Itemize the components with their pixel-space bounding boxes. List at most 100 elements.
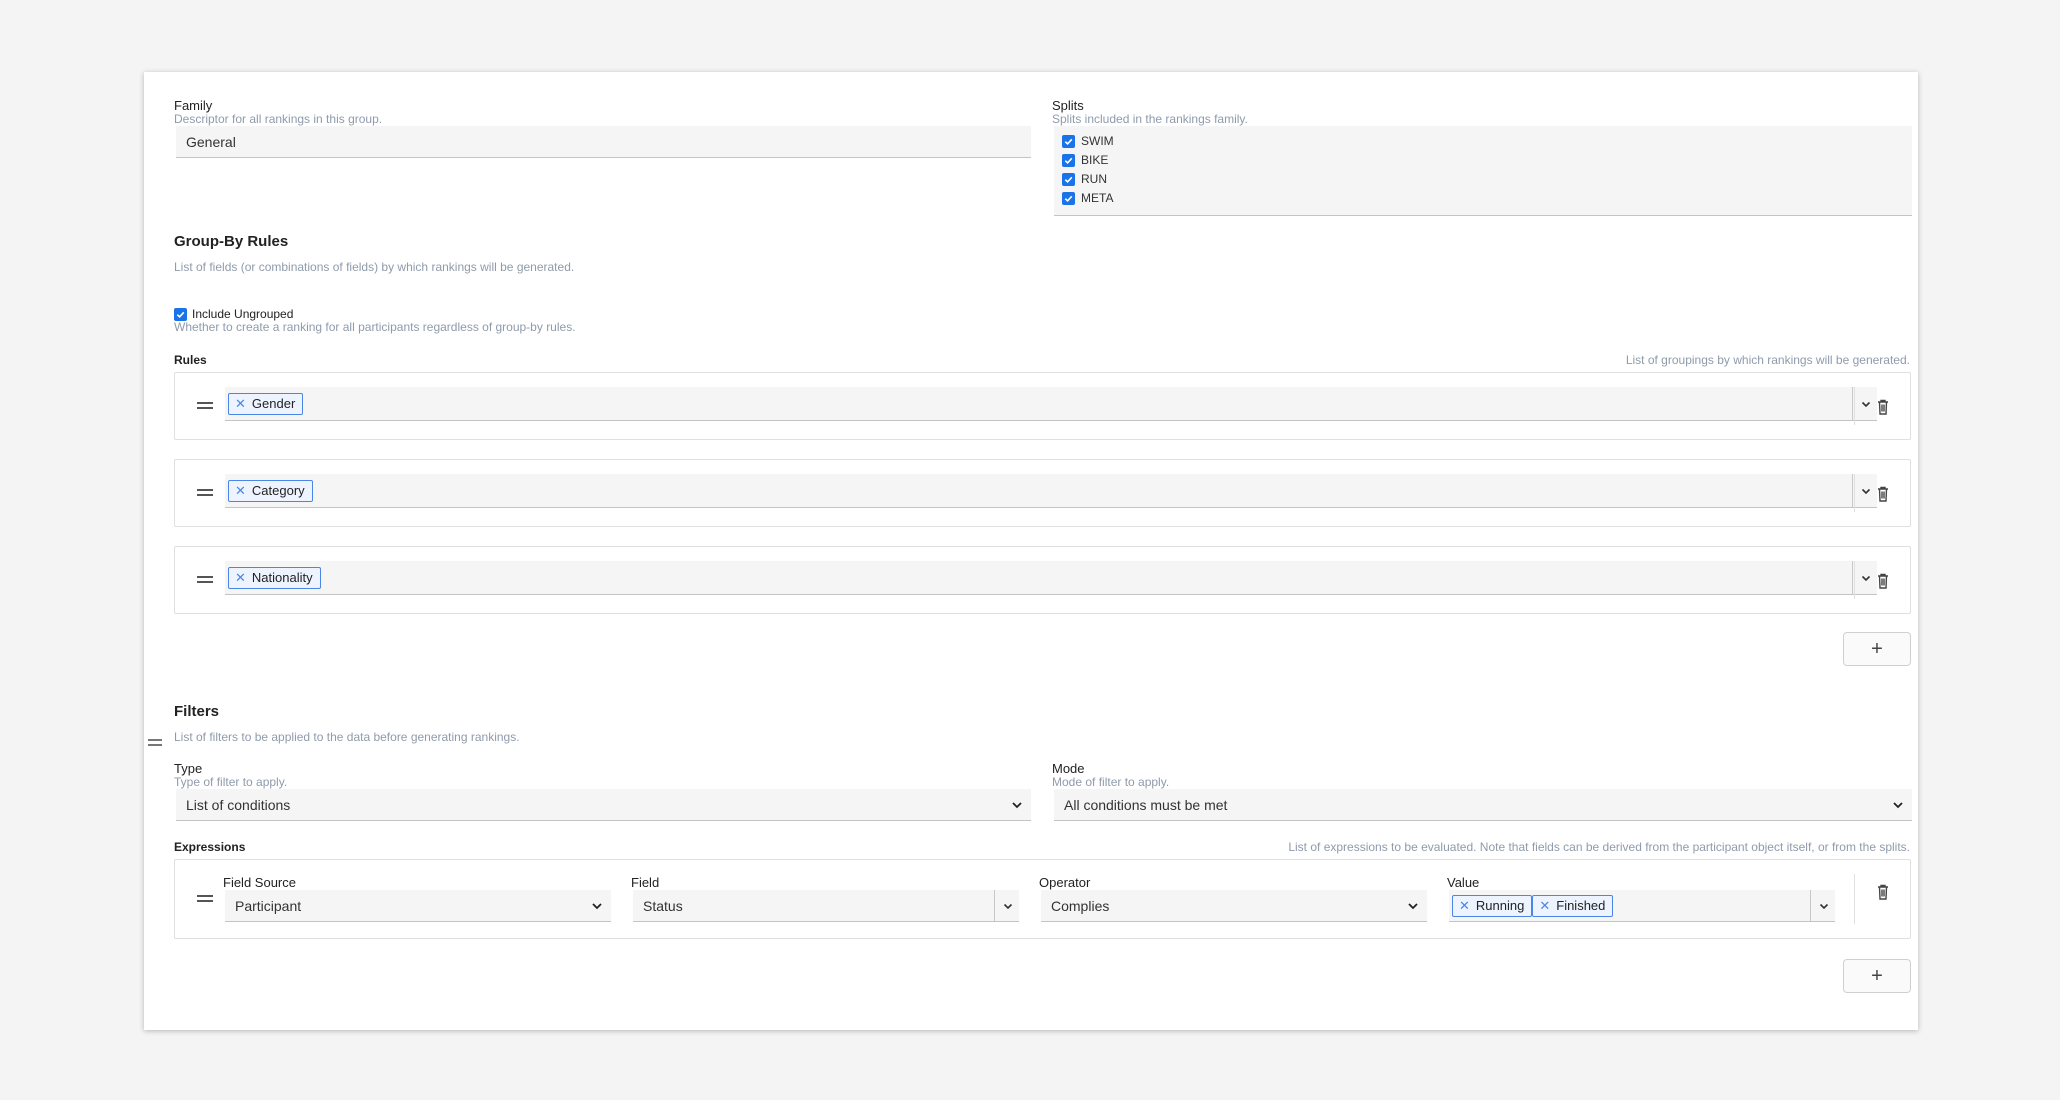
split-swim[interactable]: SWIM — [1062, 134, 1114, 148]
split-run[interactable]: RUN — [1062, 172, 1107, 186]
filter-mode-description: Mode of filter to apply. — [1052, 775, 1170, 789]
select-divider — [1852, 561, 1853, 594]
include-ungrouped-description: Whether to create a ranking for all part… — [174, 320, 576, 334]
field-value: Status — [643, 897, 683, 914]
value-select[interactable]: ✕ Running ✕ Finished — [1449, 890, 1835, 922]
family-label: Family — [174, 98, 213, 113]
include-ungrouped-checkbox[interactable]: Include Ungrouped — [174, 307, 293, 321]
chevron-down-icon[interactable] — [1859, 397, 1873, 411]
chevron-down-icon[interactable] — [1859, 571, 1873, 585]
drag-handle-icon[interactable] — [197, 402, 213, 412]
row-divider — [1854, 387, 1855, 425]
expression-row: Field Source Participant Field Status Op… — [174, 859, 1911, 939]
checkbox-checked-icon[interactable] — [1062, 134, 1075, 148]
splits-list: SWIM BIKE RUN META — [1054, 126, 1912, 216]
trash-icon[interactable] — [1875, 485, 1891, 503]
rules-label: Rules — [174, 353, 207, 367]
rule-tag: ✕ Gender — [228, 392, 304, 415]
field-source-select[interactable]: Participant — [225, 890, 611, 922]
split-bike-label: BIKE — [1081, 153, 1109, 167]
split-run-label: RUN — [1081, 172, 1107, 186]
chevron-down-icon[interactable] — [1817, 899, 1831, 913]
remove-tag-icon[interactable]: ✕ — [235, 483, 246, 499]
remove-tag-icon[interactable]: ✕ — [1459, 898, 1470, 914]
family-input[interactable]: General — [176, 126, 1031, 158]
split-meta-label: META — [1081, 191, 1114, 205]
select-divider — [1852, 474, 1853, 507]
field-select[interactable]: Status — [633, 890, 1019, 922]
remove-tag-icon[interactable]: ✕ — [1539, 898, 1550, 914]
rule-tag-label: Gender — [251, 396, 296, 411]
drag-handle-icon[interactable] — [197, 489, 213, 499]
field-label: Field — [631, 875, 660, 890]
field-source-value: Participant — [235, 897, 302, 914]
select-divider — [1852, 387, 1853, 420]
filter-type-value: List of conditions — [186, 796, 291, 813]
select-divider — [994, 890, 995, 921]
row-divider — [1854, 874, 1855, 924]
rule-fields-select[interactable]: ✕ Category — [225, 474, 1877, 508]
value-label: Value — [1447, 875, 1480, 890]
rules-hint: List of groupings by which rankings will… — [1625, 353, 1910, 367]
expressions-hint: List of expressions to be evaluated. Not… — [1288, 840, 1910, 854]
checkbox-checked-icon[interactable] — [1062, 153, 1075, 167]
value-tag-label: Finished — [1556, 898, 1606, 913]
rule-tag-label: Category — [251, 483, 305, 498]
select-divider — [1810, 890, 1811, 921]
rule-fields-select[interactable]: ✕ Gender — [225, 387, 1877, 421]
value-tag-label: Running — [1475, 898, 1525, 913]
splits-label: Splits — [1052, 98, 1084, 113]
filter-mode-value: All conditions must be met — [1064, 796, 1228, 813]
ranking-family-form: Family Descriptor for all rankings in th… — [144, 72, 1918, 1030]
include-ungrouped-label: Include Ungrouped — [192, 307, 294, 321]
filter-type-description: Type of filter to apply. — [174, 775, 288, 789]
rule-fields-select[interactable]: ✕ Nationality — [225, 561, 1877, 595]
checkbox-checked-icon[interactable] — [1062, 172, 1075, 186]
rule-tag-label: Nationality — [251, 570, 313, 585]
family-input-value: General — [186, 133, 236, 150]
chevron-down-icon[interactable] — [1009, 797, 1025, 813]
rule-tag: ✕ Nationality — [228, 566, 321, 589]
group-by-description: List of fields (or combinations of field… — [174, 260, 575, 274]
splits-description: Splits included in the rankings family. — [1052, 112, 1248, 126]
expressions-label: Expressions — [174, 840, 246, 854]
trash-icon[interactable] — [1875, 398, 1891, 416]
group-by-title: Group-By Rules — [174, 233, 289, 250]
chevron-down-icon[interactable] — [1859, 484, 1873, 498]
add-expression-button[interactable]: + — [1843, 959, 1911, 993]
rule-row: ✕ Category — [174, 459, 1911, 527]
split-meta[interactable]: META — [1062, 191, 1113, 205]
chevron-down-icon[interactable] — [1001, 899, 1015, 913]
drag-handle-icon[interactable] — [197, 576, 213, 586]
filters-description: List of filters to be applied to the dat… — [174, 730, 520, 744]
field-source-label: Field Source — [223, 875, 296, 890]
value-tag: ✕ Finished — [1532, 894, 1614, 917]
filter-type-select[interactable]: List of conditions — [176, 789, 1031, 821]
rule-tag: ✕ Category — [228, 479, 313, 502]
checkbox-checked-icon[interactable] — [1062, 191, 1075, 205]
chevron-down-icon[interactable] — [1405, 898, 1421, 914]
remove-tag-icon[interactable]: ✕ — [235, 570, 246, 586]
checkbox-checked-icon[interactable] — [174, 307, 187, 321]
filter-mode-select[interactable]: All conditions must be met — [1054, 789, 1912, 821]
filter-type-label: Type — [174, 761, 203, 776]
operator-select[interactable]: Complies — [1041, 890, 1427, 922]
add-rule-button[interactable]: + — [1843, 632, 1911, 666]
drag-handle-icon[interactable] — [148, 739, 162, 747]
family-description: Descriptor for all rankings in this grou… — [174, 112, 383, 126]
split-swim-label: SWIM — [1081, 134, 1114, 148]
operator-label: Operator — [1039, 875, 1091, 890]
chevron-down-icon[interactable] — [589, 898, 605, 914]
rule-row: ✕ Gender — [174, 372, 1911, 440]
value-tag: ✕ Running — [1452, 894, 1533, 917]
row-divider — [1854, 474, 1855, 512]
trash-icon[interactable] — [1875, 572, 1891, 590]
remove-tag-icon[interactable]: ✕ — [235, 396, 246, 412]
drag-handle-icon[interactable] — [197, 895, 213, 905]
row-divider — [1854, 561, 1855, 599]
split-bike[interactable]: BIKE — [1062, 153, 1108, 167]
trash-icon[interactable] — [1875, 883, 1891, 901]
filters-title: Filters — [174, 703, 220, 720]
rule-row: ✕ Nationality — [174, 546, 1911, 614]
chevron-down-icon[interactable] — [1890, 797, 1906, 813]
